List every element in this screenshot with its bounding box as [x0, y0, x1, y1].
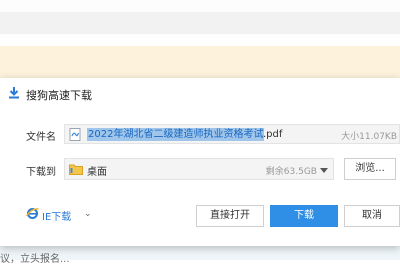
- browser-toolbar-background: [0, 12, 400, 34]
- open-direct-button[interactable]: 直接打开: [196, 205, 264, 227]
- destination-select[interactable]: 桌面 剩余63.5GB: [64, 158, 334, 180]
- free-space-text: 剩余63.5GB: [265, 167, 317, 177]
- dropdown-arrow-icon[interactable]: [320, 168, 328, 173]
- download-dialog: 搜狗高速下载 文件名 2022年湖北省二级建造师执业资格考试 .pdf 大小11…: [0, 78, 400, 246]
- filename-label: 文件名: [26, 132, 56, 143]
- ie-download-label: IE下载: [42, 212, 72, 223]
- file-size: 大小11.07KB: [341, 132, 397, 142]
- folder-icon: [69, 163, 83, 175]
- dialog-title-bar[interactable]: 搜狗高速下载: [0, 78, 400, 108]
- chevron-down-icon[interactable]: ⌄: [84, 209, 92, 219]
- notification-bar-background: [0, 46, 400, 80]
- download-arrow-icon: [8, 86, 20, 99]
- filename-selected-text: 2022年湖北省二级建造师执业资格考试: [87, 128, 265, 141]
- pdf-file-icon: [69, 128, 81, 141]
- download-button[interactable]: 下载: [270, 205, 338, 227]
- filename-field[interactable]: 2022年湖北省二级建造师执业资格考试 .pdf 大小11.07KB: [64, 124, 400, 144]
- ie-logo-icon: [25, 207, 39, 220]
- browse-button[interactable]: 浏览...: [344, 158, 396, 180]
- dialog-title: 搜狗高速下载: [26, 89, 92, 102]
- filename-extension: .pdf: [263, 129, 283, 140]
- download-to-label: 下载到: [26, 167, 56, 178]
- cancel-button[interactable]: 取消: [344, 205, 400, 227]
- destination-value: 桌面: [87, 167, 107, 178]
- background-page-text: 议，立头报名...: [0, 254, 70, 265]
